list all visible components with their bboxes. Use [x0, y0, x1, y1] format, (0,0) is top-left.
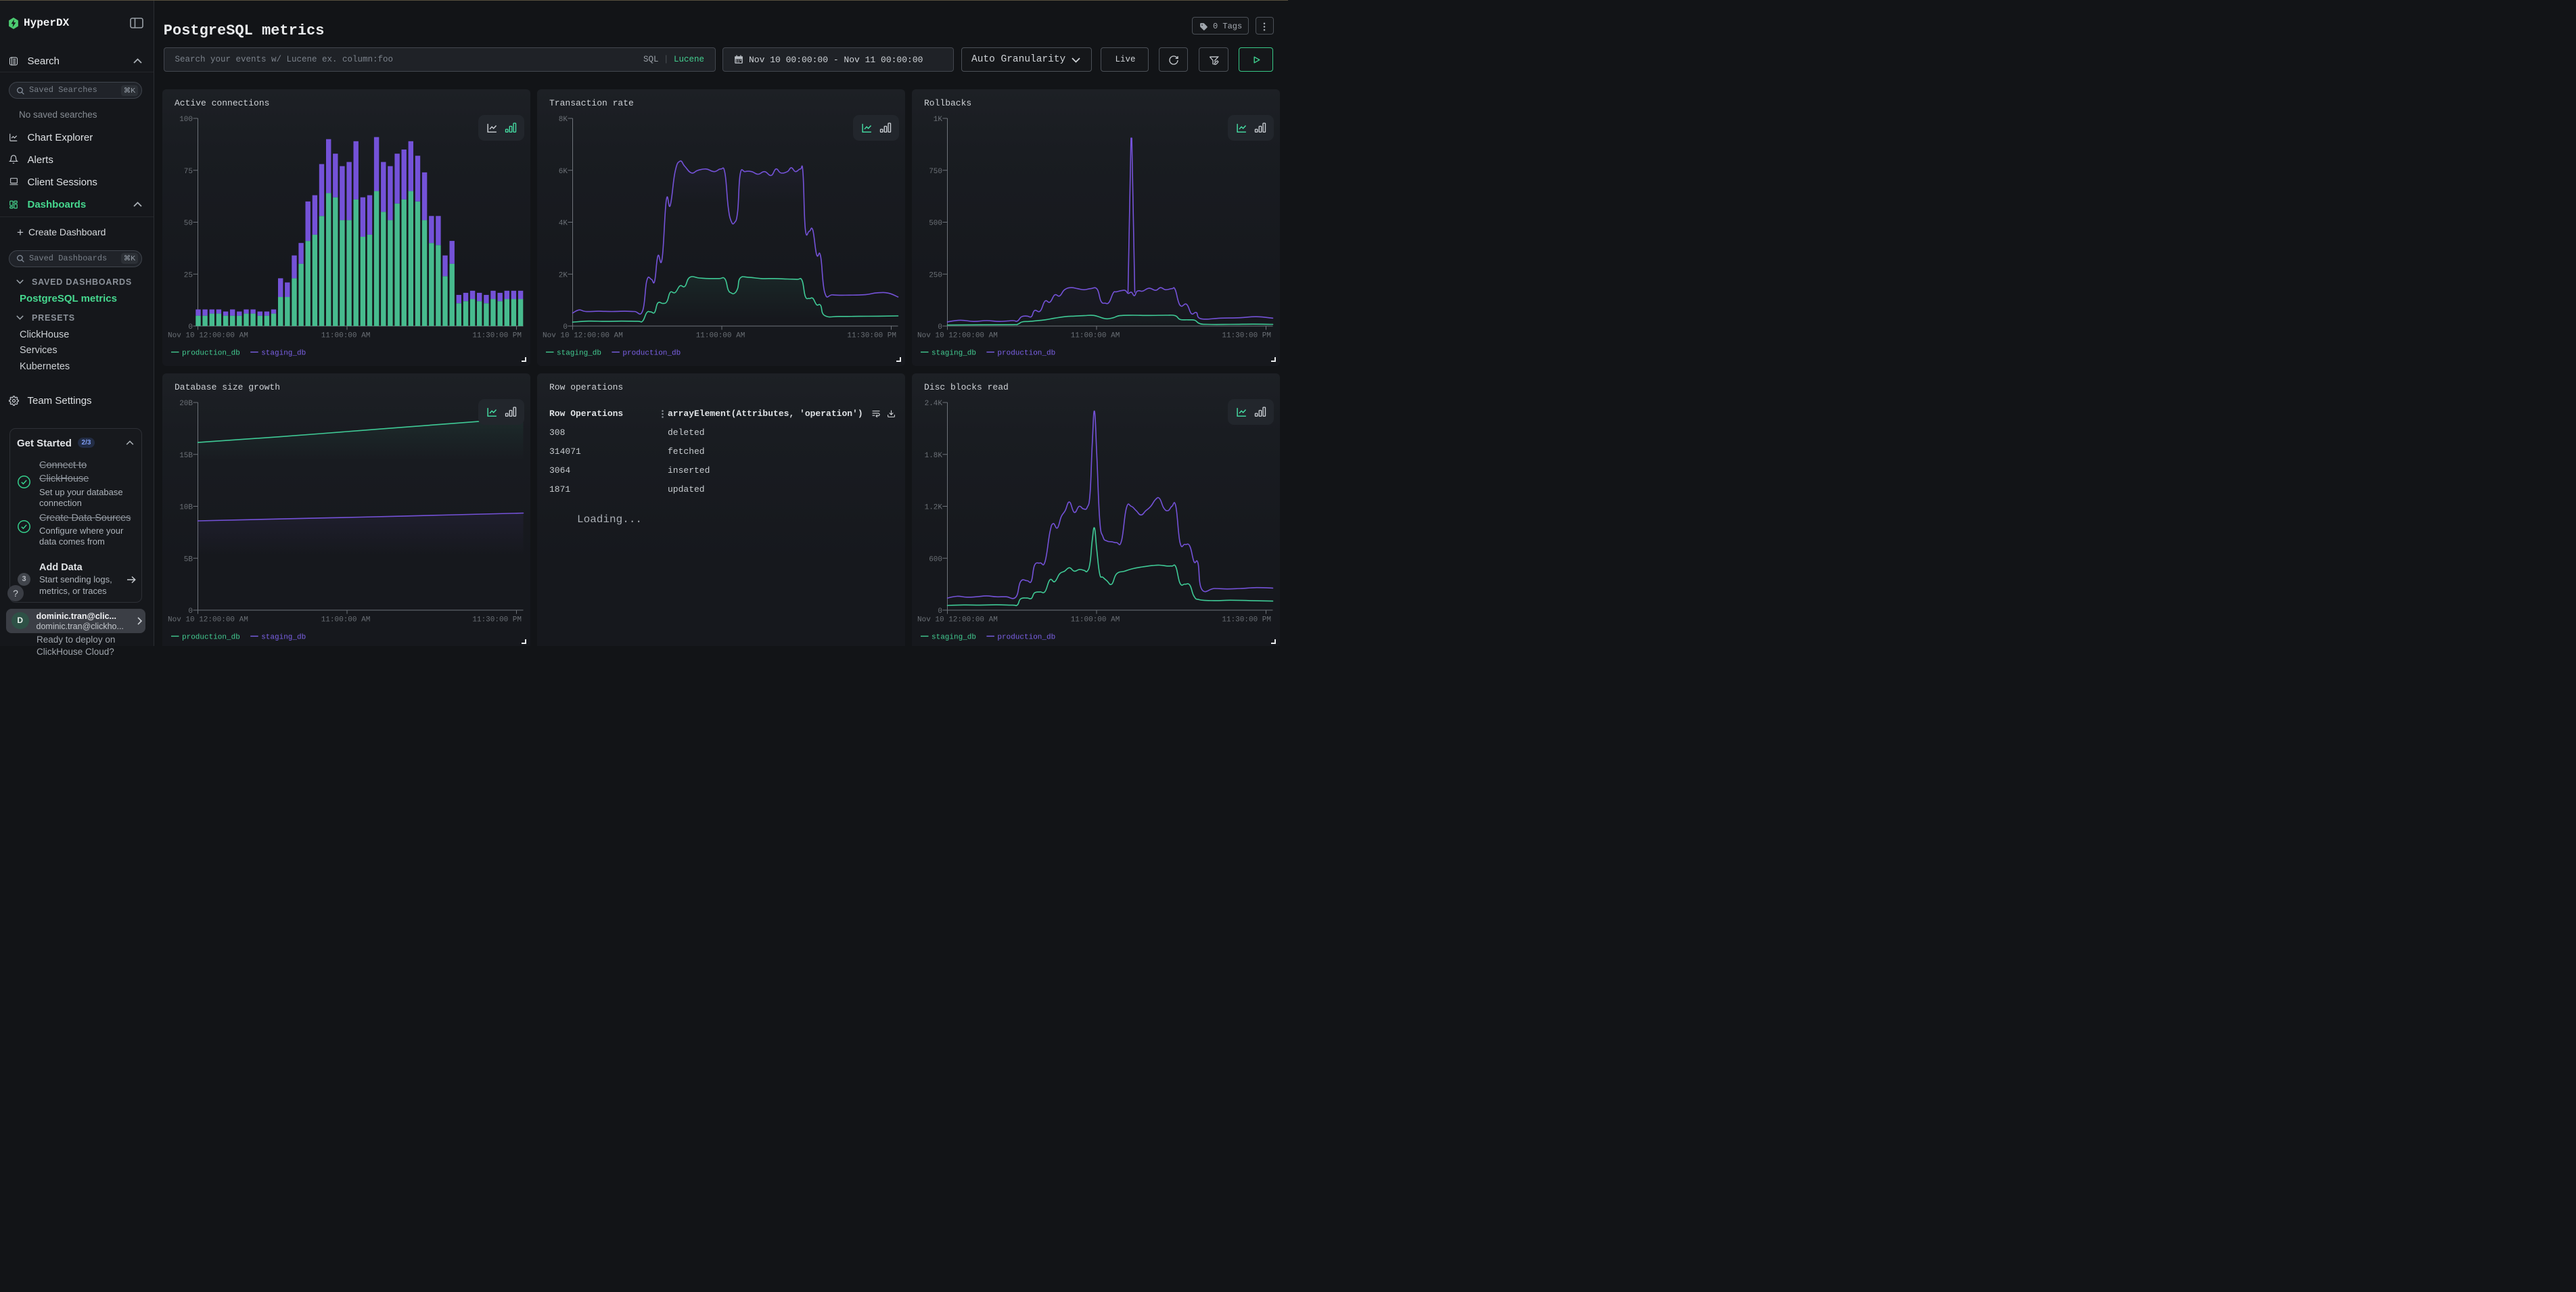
svg-text:production_db: production_db: [622, 350, 681, 358]
svg-text:11:00:00 AM: 11:00:00 AM: [696, 332, 745, 340]
svg-text:11:00:00 AM: 11:00:00 AM: [321, 616, 371, 624]
svg-text:staging_db: staging_db: [261, 350, 306, 358]
svg-text:4K: 4K: [559, 220, 568, 228]
svg-text:2.4K: 2.4K: [925, 400, 943, 408]
svg-text:11:30:00 PM: 11:30:00 PM: [847, 332, 896, 340]
svg-text:15B: 15B: [179, 452, 193, 460]
svg-text:20B: 20B: [179, 400, 193, 408]
svg-text:500: 500: [929, 220, 942, 228]
svg-text:2K: 2K: [559, 271, 568, 279]
svg-text:50: 50: [184, 220, 193, 228]
svg-text:production_db: production_db: [997, 634, 1055, 642]
svg-text:0: 0: [188, 607, 193, 616]
svg-text:1.2K: 1.2K: [925, 504, 943, 512]
svg-text:8K: 8K: [559, 116, 568, 124]
svg-text:11:00:00 AM: 11:00:00 AM: [1071, 616, 1120, 624]
svg-text:25: 25: [184, 271, 193, 279]
svg-text:0: 0: [188, 323, 193, 331]
svg-text:Nov 10 12:00:00 AM: Nov 10 12:00:00 AM: [168, 332, 248, 340]
svg-text:staging_db: staging_db: [932, 350, 976, 358]
svg-text:75: 75: [184, 168, 193, 176]
svg-text:11:00:00 AM: 11:00:00 AM: [321, 332, 371, 340]
svg-text:Nov 10 12:00:00 AM: Nov 10 12:00:00 AM: [168, 616, 248, 624]
svg-text:staging_db: staging_db: [557, 350, 601, 358]
svg-text:6K: 6K: [559, 168, 568, 176]
svg-text:1K: 1K: [934, 116, 943, 124]
svg-text:600: 600: [929, 555, 942, 563]
svg-text:11:30:00 PM: 11:30:00 PM: [472, 616, 522, 624]
svg-text:250: 250: [929, 271, 942, 279]
svg-text:production_db: production_db: [182, 634, 240, 642]
svg-text:0: 0: [938, 607, 942, 616]
svg-text:Nov 10 12:00:00 AM: Nov 10 12:00:00 AM: [917, 616, 998, 624]
svg-text:5B: 5B: [184, 555, 193, 563]
svg-text:Nov 10 12:00:00 AM: Nov 10 12:00:00 AM: [543, 332, 623, 340]
svg-text:1.8K: 1.8K: [925, 452, 943, 460]
svg-text:750: 750: [929, 168, 942, 176]
svg-text:staging_db: staging_db: [261, 634, 306, 642]
svg-text:0: 0: [563, 323, 568, 331]
svg-text:11:30:00 PM: 11:30:00 PM: [1222, 616, 1271, 624]
svg-text:11:00:00 AM: 11:00:00 AM: [1071, 332, 1120, 340]
svg-text:10B: 10B: [179, 504, 193, 512]
svg-text:production_db: production_db: [182, 350, 240, 358]
svg-text:100: 100: [179, 116, 193, 124]
svg-text:staging_db: staging_db: [932, 634, 976, 642]
svg-text:production_db: production_db: [997, 350, 1055, 358]
svg-text:0: 0: [938, 323, 942, 331]
svg-text:11:30:00 PM: 11:30:00 PM: [472, 332, 522, 340]
svg-text:11:30:00 PM: 11:30:00 PM: [1222, 332, 1271, 340]
svg-text:Nov 10 12:00:00 AM: Nov 10 12:00:00 AM: [917, 332, 998, 340]
